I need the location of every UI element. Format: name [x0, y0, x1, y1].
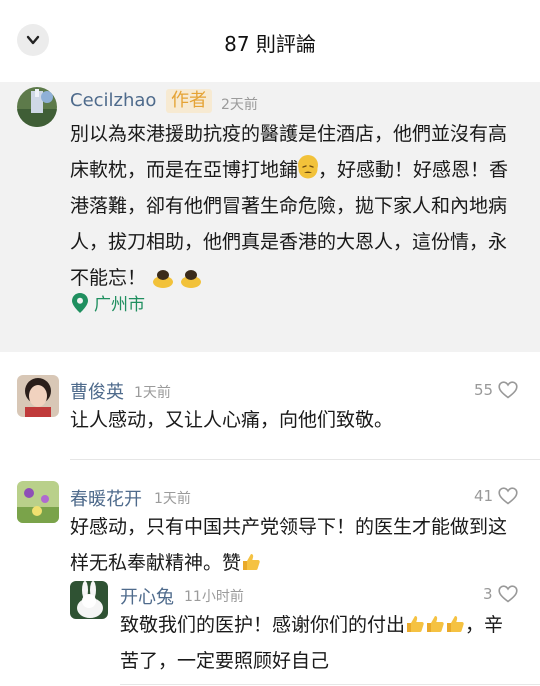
heart-icon: [497, 585, 518, 603]
commenter-name[interactable]: 曹俊英: [70, 378, 124, 404]
divider: [70, 459, 540, 460]
divider: [120, 684, 540, 685]
comment-line-text: 样无私奉献精神。赞: [70, 552, 242, 574]
avatar[interactable]: [17, 87, 57, 127]
comment-time: 11小时前: [184, 589, 244, 605]
bowing-person-emoji-icon: [180, 267, 202, 289]
comment-text: 好感动，只有中国共产党领导下！的医生才能做到这 样无私奉献精神。赞: [70, 509, 530, 581]
heart-icon: [498, 487, 518, 505]
comment-text: 致敬我们的医护！感谢你们的付出 ，辛 苦了，一定要照顾好自己: [120, 607, 530, 679]
comment-line: 港落難，卻有他們冒著生命危險，拋下家人和內地病: [70, 195, 508, 217]
comment-line: 样无私奉献精神。赞: [70, 545, 530, 581]
like-count: 55: [474, 381, 494, 399]
avatar[interactable]: [17, 481, 59, 523]
weary-face-emoji-icon: [298, 155, 319, 179]
comment-line: 別以為來港援助抗疫的醫護是住酒店，他們並沒有高: [70, 123, 508, 145]
comment-line-text: 床軟枕，而是在亞博打地鋪: [70, 159, 299, 181]
location-tag[interactable]: 广州市: [72, 290, 145, 315]
heart-icon: [498, 381, 518, 399]
commenter-name[interactable]: 开心兔: [120, 583, 174, 609]
location-text: 广州市: [94, 295, 145, 315]
comment-line: 床軟枕，而是在亞博打地鋪 ，好感動！好感恩！香: [70, 152, 530, 188]
comment-line-text: ，辛: [465, 614, 504, 636]
comment-text: 別以為來港援助抗疫的醫護是住酒店，他們並沒有高 床軟枕，而是在亞博打地鋪 ，好感動…: [70, 116, 530, 296]
like-button[interactable]: 41: [474, 487, 518, 505]
header-bar: 87 則評論: [0, 0, 540, 82]
comment-line: 苦了，一定要照顾好自己: [120, 650, 330, 672]
like-button[interactable]: 3: [483, 585, 518, 603]
page-title: 87 則評論: [224, 32, 316, 56]
commenter-name[interactable]: Cecilzhao: [70, 90, 156, 111]
comment-line-text: ，好感動！好感恩！香: [318, 159, 509, 181]
comment-line: 人，拔刀相助，他們真是香港的大恩人，這份情，永: [70, 231, 508, 253]
avatar[interactable]: [70, 581, 108, 619]
comment-text: 让人感动，又让人心痛，向他们致敬。: [70, 409, 394, 431]
commenter-name[interactable]: 春暖花开: [70, 485, 142, 511]
comment-line-text: 不能忘！: [70, 267, 147, 289]
location-pin-icon: [72, 292, 88, 313]
thumbs-up-emoji-icon: [243, 554, 260, 570]
like-count: 3: [483, 585, 493, 603]
author-comment[interactable]: Cecilzhao 作者 2天前 別以為來港援助抗疫的醫護是住酒店，他們並沒有高…: [0, 82, 540, 352]
comment-line: 致敬我们的医护！感谢你们的付出 ，辛: [120, 607, 530, 643]
author-badge: 作者: [166, 89, 212, 113]
comment-line-text: 致敬我们的医护！感谢你们的付出: [120, 614, 406, 636]
like-count: 41: [474, 487, 494, 505]
thumbs-up-emoji-icon: [407, 616, 424, 632]
like-button[interactable]: 55: [474, 381, 518, 399]
comment-time: 1天前: [134, 385, 171, 401]
comment-time: 2天前: [221, 97, 258, 113]
comment-line: 好感动，只有中国共产党领导下！的医生才能做到这: [70, 516, 508, 538]
comment-time: 1天前: [154, 491, 191, 507]
thumbs-up-emoji-icon: [447, 616, 464, 632]
thumbs-up-emoji-icon: [427, 616, 444, 632]
bowing-person-emoji-icon: [152, 267, 174, 289]
avatar[interactable]: [17, 375, 59, 417]
